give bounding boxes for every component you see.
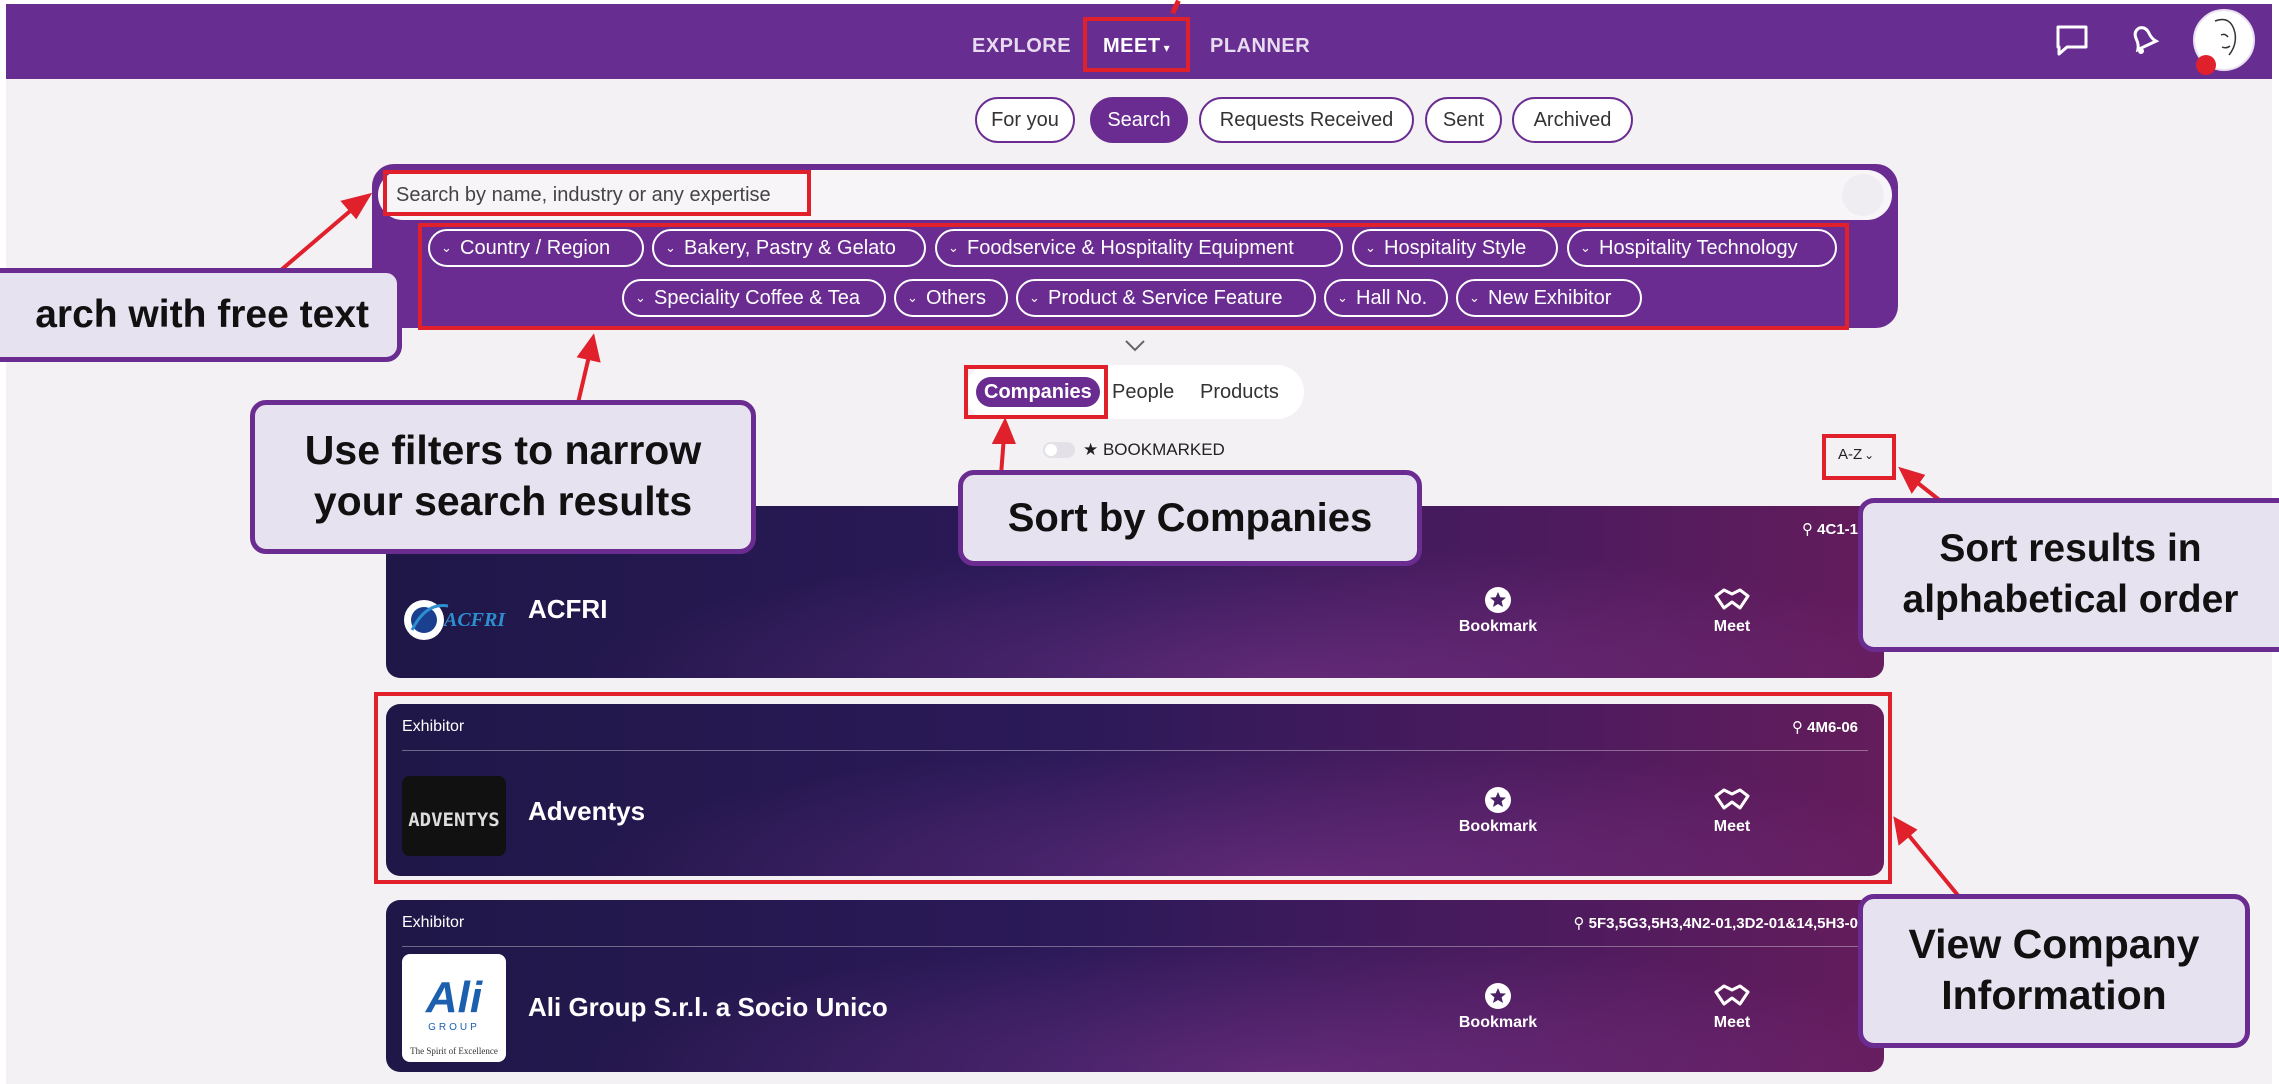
callout-sort-companies: Sort by Companies xyxy=(958,470,1422,566)
svg-text:The Spirit of Excellence: The Spirit of Excellence xyxy=(410,1046,498,1056)
highlight-sort xyxy=(1822,434,1896,480)
tab-products[interactable]: Products xyxy=(1200,377,1279,407)
highlight-company-card xyxy=(374,692,1892,884)
chat-icon[interactable] xyxy=(2055,24,2089,56)
callout-filters: Use filters to narrow your search result… xyxy=(250,400,756,554)
company-name: Ali Group S.r.l. a Socio Unico xyxy=(528,992,888,1022)
bookmark-label: Bookmark xyxy=(1458,1014,1538,1031)
callout-view-company: View Company Information xyxy=(1858,894,2250,1048)
svg-text:ACFRI: ACFRI xyxy=(442,609,506,631)
tab-requests-received[interactable]: Requests Received xyxy=(1199,97,1414,143)
company-type: Exhibitor xyxy=(402,914,465,931)
callout-view-company-line2: Information xyxy=(1941,972,2167,1018)
bookmarked-label: ★ BOOKMARKED xyxy=(1083,440,1225,459)
handshake-icon xyxy=(1714,588,1750,610)
callout-free-text: arch with free text xyxy=(0,268,402,362)
svg-text:GROUP: GROUP xyxy=(428,1022,480,1033)
booth-location: ⚲ 5F3,5G3,5H3,4N2-01,3D2-01&14,5H3-0 xyxy=(1574,914,1858,932)
callout-filters-line2: your search results xyxy=(313,478,693,524)
card-divider xyxy=(402,946,1868,947)
highlight-meet xyxy=(1083,17,1190,72)
company-logo: Ali GROUP The Spirit of Excellence xyxy=(402,954,506,1062)
location-pin-icon: ⚲ xyxy=(1801,521,1818,538)
annotated-screenshot: EXPLORE MEET ▾ PLANNER For you Search Req… xyxy=(0,0,2279,1084)
meet-label: Meet xyxy=(1713,618,1751,635)
nav-explore[interactable]: EXPLORE xyxy=(972,31,1071,61)
bookmark-button[interactable]: Bookmark xyxy=(1438,586,1558,636)
company-card-ali-group[interactable]: Exhibitor ⚲ 5F3,5G3,5H3,4N2-01,3D2-01&14… xyxy=(386,900,1884,1072)
tab-archived[interactable]: Archived xyxy=(1512,97,1633,143)
star-circle-icon xyxy=(1485,983,1511,1009)
star-circle-icon xyxy=(1485,587,1511,613)
tab-people[interactable]: People xyxy=(1112,377,1174,407)
svg-text:Ali: Ali xyxy=(425,973,483,1022)
tab-sent[interactable]: Sent xyxy=(1425,97,1502,143)
highlight-search-input xyxy=(383,170,811,216)
meet-button[interactable]: Meet xyxy=(1672,586,1792,636)
callout-sort-alpha-line2: alphabetical order xyxy=(1902,578,2239,621)
callout-sort-alphabetical: Sort results in alphabetical order xyxy=(1858,498,2279,652)
tab-for-you[interactable]: For you xyxy=(975,97,1075,143)
bookmark-label: Bookmark xyxy=(1458,618,1538,635)
search-submit-button[interactable] xyxy=(1842,174,1884,216)
company-name: ACFRI xyxy=(528,594,608,624)
highlight-filters xyxy=(418,223,1849,330)
booth-location-text: 4C1-1 xyxy=(1817,521,1858,538)
bookmarked-toggle[interactable] xyxy=(1043,442,1075,458)
ali-group-logo: Ali GROUP The Spirit of Excellence xyxy=(410,973,498,1056)
callout-filters-line1: Use filters to narrow xyxy=(304,427,702,473)
handshake-icon xyxy=(1714,984,1750,1006)
bell-icon[interactable] xyxy=(2127,22,2161,56)
tab-search[interactable]: Search xyxy=(1090,97,1188,143)
meet-label: Meet xyxy=(1713,1014,1751,1031)
booth-location: ⚲ 4C1-1 xyxy=(1802,520,1858,538)
toggle-knob xyxy=(1045,444,1057,456)
notification-dot xyxy=(2196,55,2216,75)
expand-chevron-icon[interactable] xyxy=(1124,339,1146,353)
company-logo: ACFRI xyxy=(402,580,506,660)
acfri-logo: ACFRI xyxy=(404,600,506,640)
meet-button[interactable]: Meet xyxy=(1672,982,1792,1032)
nav-planner[interactable]: PLANNER xyxy=(1210,31,1310,61)
location-pin-icon: ⚲ xyxy=(1573,915,1589,932)
callout-sort-companies-label: Sort by Companies xyxy=(1007,496,1373,540)
bookmark-button[interactable]: Bookmark xyxy=(1438,982,1558,1032)
highlight-companies xyxy=(964,365,1108,419)
booth-location-text: 5F3,5G3,5H3,4N2-01,3D2-01&14,5H3-0 xyxy=(1588,915,1858,932)
callout-view-company-line1: View Company xyxy=(1908,921,2200,967)
callout-sort-alpha-line1: Sort results in xyxy=(1939,527,2202,570)
callout-free-text-label: arch with free text xyxy=(35,293,369,336)
